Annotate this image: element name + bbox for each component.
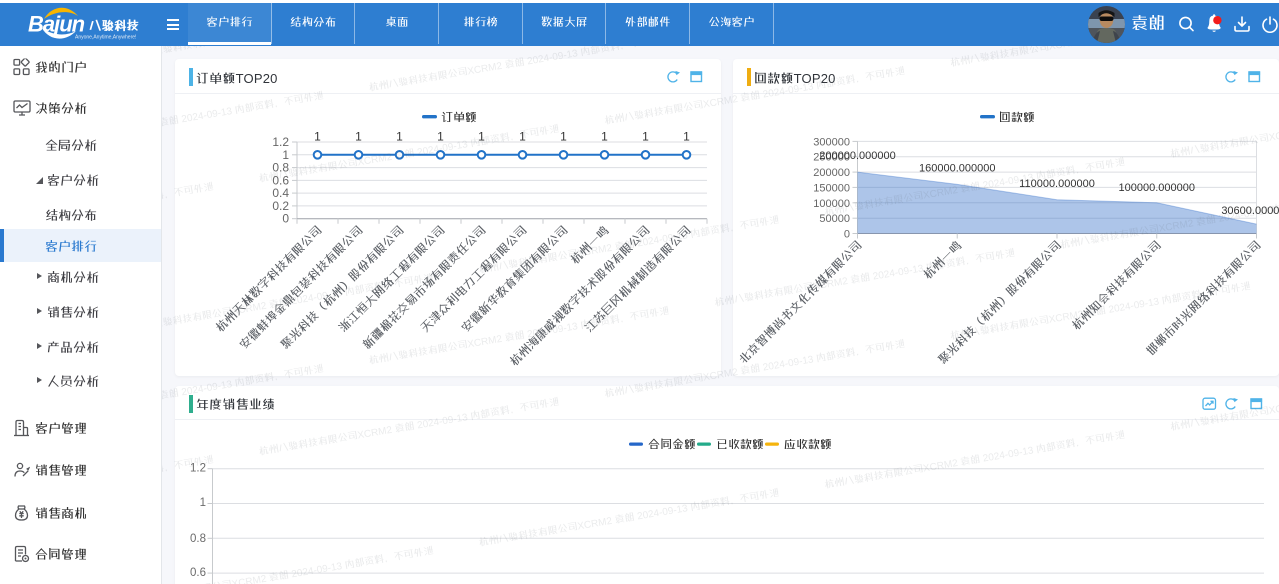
svg-text:100000: 100000 (813, 198, 850, 210)
svg-text:300000: 300000 (813, 136, 850, 148)
svg-text:0: 0 (844, 229, 850, 241)
svg-text:0.6: 0.6 (190, 567, 206, 579)
svg-text:应收款额: 应收款额 (784, 438, 832, 452)
svg-text:Anyone,Anytime,Anywhere!: Anyone,Anytime,Anywhere! (75, 35, 136, 41)
svg-text:1: 1 (396, 130, 403, 144)
svg-text:1: 1 (601, 130, 608, 144)
svg-text:1: 1 (683, 130, 690, 144)
svg-text:0.8: 0.8 (190, 533, 206, 545)
svg-text:200000: 200000 (813, 167, 850, 179)
svg-text:邯郸市时光网络科技有限公司: 邯郸市时光网络科技有限公司 (1143, 238, 1263, 358)
svg-text:1: 1 (560, 130, 567, 144)
svg-text:合同金额: 合同金额 (648, 438, 696, 452)
svg-text:1.2: 1.2 (190, 463, 206, 475)
svg-text:已收款额: 已收款额 (716, 438, 764, 452)
svg-text:30600.000000: 30600.000000 (1221, 205, 1279, 217)
svg-text:杭州知会科技有限公司: 杭州知会科技有限公司 (1069, 238, 1164, 333)
svg-text:订单额: 订单额 (441, 111, 477, 125)
svg-text:1: 1 (200, 497, 206, 509)
svg-text:160000.000000: 160000.000000 (919, 162, 995, 174)
svg-text:1: 1 (519, 130, 526, 144)
svg-text:200000.000000: 200000.000000 (819, 150, 895, 162)
svg-text:150000: 150000 (813, 182, 850, 194)
svg-text:1: 1 (355, 130, 362, 144)
svg-text:110000.000000: 110000.000000 (1019, 178, 1095, 190)
svg-text:八骏科技: 八骏科技 (89, 19, 140, 33)
svg-text:100000.000000: 100000.000000 (1119, 182, 1195, 194)
svg-text:1: 1 (642, 130, 649, 144)
svg-text:北京智博尚书文化传媒有限公司: 北京智博尚书文化传媒有限公司 (736, 238, 865, 367)
svg-text:1: 1 (437, 130, 444, 144)
svg-text:Bajun: Bajun (28, 12, 85, 37)
svg-text:50000: 50000 (819, 213, 850, 225)
svg-text:回款额: 回款额 (999, 111, 1035, 125)
svg-text:杭州一鸣: 杭州一鸣 (921, 238, 965, 282)
svg-text:1: 1 (314, 130, 321, 144)
svg-text:1: 1 (478, 130, 485, 144)
svg-text:0: 0 (282, 212, 289, 226)
